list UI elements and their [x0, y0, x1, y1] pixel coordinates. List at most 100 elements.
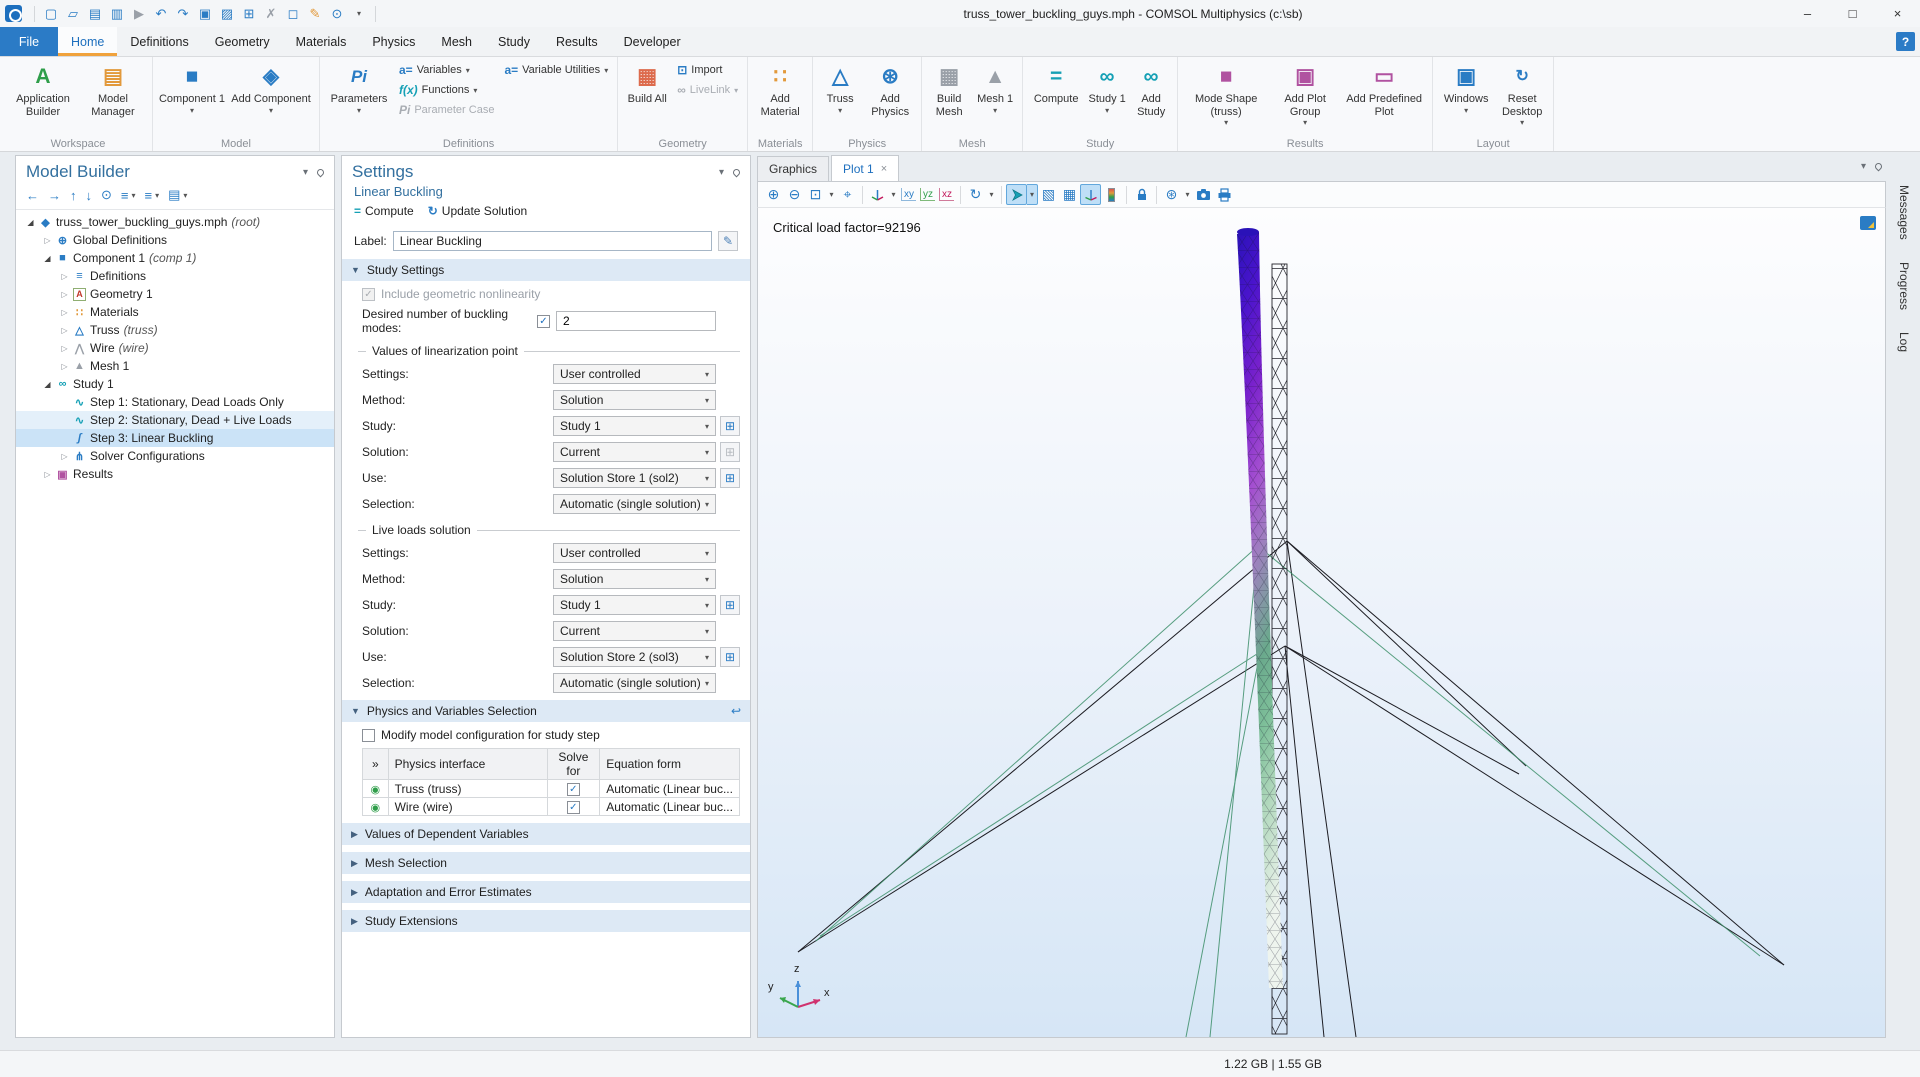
forward-icon[interactable]: →: [48, 188, 61, 203]
open-file-icon[interactable]: ▱: [63, 4, 83, 24]
label-input[interactable]: [393, 231, 712, 251]
show-axes-icon[interactable]: [1080, 184, 1101, 205]
pin-icon[interactable]: [316, 167, 326, 177]
tree-item-definitions[interactable]: ▷ ≡ Definitions: [16, 267, 334, 285]
solution-dropdown[interactable]: Current▾: [553, 621, 716, 641]
build-all-button[interactable]: ▦ Build All: [623, 60, 671, 106]
snapshot-icon[interactable]: [1193, 184, 1214, 205]
expander-icon[interactable]: ▷: [41, 470, 54, 479]
tab-developer[interactable]: Developer: [611, 27, 694, 56]
tab-study[interactable]: Study: [485, 27, 543, 56]
tree-item-wire[interactable]: ▷ ⋀ Wire (wire): [16, 339, 334, 357]
go-to-source-button[interactable]: ⊞: [720, 647, 740, 667]
tree-item-results[interactable]: ▷ ▣ Results: [16, 465, 334, 483]
expander-icon[interactable]: ▷: [41, 236, 54, 245]
add-plot-group-button[interactable]: ▣ Add Plot Group ▾: [1271, 60, 1339, 127]
view-orientation-icon[interactable]: [867, 184, 888, 205]
expander-icon[interactable]: ▷: [58, 326, 71, 335]
tab-progress[interactable]: Progress: [1897, 262, 1911, 310]
study-dropdown[interactable]: Study 1▾: [553, 595, 716, 615]
back-icon[interactable]: ←: [26, 188, 39, 203]
view-xz-icon[interactable]: xz: [939, 188, 954, 201]
tab-definitions[interactable]: Definitions: [117, 27, 201, 56]
pin-icon[interactable]: [1874, 162, 1884, 172]
tree-item-study-1[interactable]: ◢ ∞ Study 1: [16, 375, 334, 393]
tab-results[interactable]: Results: [543, 27, 611, 56]
windows-button[interactable]: ▣ Windows ▾: [1438, 60, 1494, 115]
search-caret-icon[interactable]: ▾: [349, 4, 369, 24]
go-to-source-button[interactable]: ⊞: [720, 416, 740, 436]
plot-hint-icon[interactable]: [1860, 216, 1876, 230]
expander-icon[interactable]: ▷: [58, 290, 71, 299]
move-down-icon[interactable]: ↓: [86, 188, 93, 203]
tab-messages[interactable]: Messages: [1897, 185, 1911, 240]
modify-config-checkbox[interactable]: [362, 729, 375, 742]
collapse-tree-icon[interactable]: ≡: [145, 188, 153, 203]
show-icon[interactable]: ⊙: [101, 187, 112, 203]
minimize-button[interactable]: –: [1785, 0, 1830, 27]
tab-geometry[interactable]: Geometry: [202, 27, 283, 56]
tree-item-solver-configurations[interactable]: ▷ ⋔ Solver Configurations: [16, 447, 334, 465]
study-dropdown[interactable]: Study 1▾: [553, 416, 716, 436]
import-button[interactable]: ⊡ Import: [673, 60, 742, 80]
panel-menu-icon[interactable]: ▾: [719, 167, 724, 178]
expander-icon[interactable]: ▷: [58, 308, 71, 317]
undo-icon[interactable]: ↶: [151, 4, 171, 24]
expander-icon[interactable]: ▷: [58, 272, 71, 281]
scene-light-icon[interactable]: ▧: [1038, 184, 1059, 205]
use-dropdown[interactable]: Solution Store 2 (sol3)▾: [553, 647, 716, 667]
section-study-extensions[interactable]: ▶ Study Extensions: [342, 910, 750, 932]
edit-selection-icon[interactable]: ✎: [305, 4, 325, 24]
maximize-button[interactable]: □: [1830, 0, 1875, 27]
go-to-source-button[interactable]: ⊞: [720, 595, 740, 615]
tree-item-component-1[interactable]: ◢ ■ Component 1 (comp 1): [16, 249, 334, 267]
section-physics-variables[interactable]: ▼ Physics and Variables Selection ↩: [342, 700, 750, 722]
component-1-button[interactable]: ■ Component 1 ▾: [158, 60, 226, 115]
selection-dropdown[interactable]: Automatic (single solution)▾: [553, 673, 716, 693]
tab-file[interactable]: File: [0, 27, 58, 56]
expander-icon[interactable]: ◢: [41, 254, 54, 263]
grid-icon[interactable]: ▦: [1059, 184, 1080, 205]
view-yz-icon[interactable]: yz: [920, 188, 935, 201]
use-dropdown[interactable]: Solution Store 1 (sol2)▾: [553, 468, 716, 488]
mode-shape-button[interactable]: ■ Mode Shape (truss) ▾: [1183, 60, 1269, 127]
zoom-out-icon[interactable]: ⊖: [784, 184, 805, 205]
tree-view-icon[interactable]: ▤: [168, 187, 180, 203]
select-box-icon[interactable]: ◻: [283, 4, 303, 24]
add-component-button[interactable]: ◈ Add Component ▾: [228, 60, 314, 115]
functions-button[interactable]: f(x) Functions ▾: [395, 80, 498, 100]
table-row[interactable]: ◉ Truss (truss) ✓ Automatic (Linear buc.…: [363, 780, 740, 798]
section-dependent-variables[interactable]: ▶ Values of Dependent Variables: [342, 823, 750, 845]
tree-item-step-1[interactable]: ∿ Step 1: Stationary, Dead Loads Only: [16, 393, 334, 411]
redo-icon[interactable]: ↷: [173, 4, 193, 24]
tree-item-root[interactable]: ◢ ◆ truss_tower_buckling_guys.mph (root): [16, 213, 334, 231]
expander-icon[interactable]: ▷: [58, 344, 71, 353]
section-mesh-selection[interactable]: ▶ Mesh Selection: [342, 852, 750, 874]
tab-mesh[interactable]: Mesh: [428, 27, 485, 56]
plot-area[interactable]: Critical load factor=92196 z y x: [757, 208, 1886, 1038]
panel-menu-icon[interactable]: ▾: [1861, 161, 1866, 172]
rename-icon[interactable]: ✎: [718, 231, 738, 251]
tree-item-mesh-1[interactable]: ▷ ▲ Mesh 1: [16, 357, 334, 375]
tab-home[interactable]: Home: [58, 27, 117, 56]
add-study-button[interactable]: ∞ Add Study: [1130, 60, 1172, 118]
close-tab-icon[interactable]: ×: [881, 163, 887, 175]
paste-icon[interactable]: ▨: [217, 4, 237, 24]
model-manager-button[interactable]: ▤ Model Manager: [79, 60, 147, 118]
add-material-button[interactable]: ∷ Add Material: [753, 60, 807, 118]
tree-item-step-2[interactable]: ∿ Step 2: Stationary, Dead + Live Loads: [16, 411, 334, 429]
print-icon[interactable]: [1214, 184, 1235, 205]
tree-item-truss[interactable]: ▷ △ Truss (truss): [16, 321, 334, 339]
solve-for-checkbox[interactable]: ✓: [567, 801, 580, 814]
update-solution-button[interactable]: ↻Update Solution: [428, 204, 527, 218]
mesh-1-button[interactable]: ▲ Mesh 1 ▾: [973, 60, 1017, 115]
variables-button[interactable]: a= Variables ▾: [395, 60, 498, 80]
selection-dropdown[interactable]: Automatic (single solution)▾: [553, 494, 716, 514]
pin-icon[interactable]: [732, 167, 742, 177]
add-predefined-plot-button[interactable]: ▭ Add Predefined Plot: [1341, 60, 1427, 118]
expander-icon[interactable]: ▷: [58, 362, 71, 371]
panel-menu-icon[interactable]: ▾: [303, 167, 308, 178]
search-icon[interactable]: ⊙: [327, 4, 347, 24]
variable-utilities-button[interactable]: a= Variable Utilities ▾: [500, 60, 612, 80]
copy-icon[interactable]: ▣: [195, 4, 215, 24]
